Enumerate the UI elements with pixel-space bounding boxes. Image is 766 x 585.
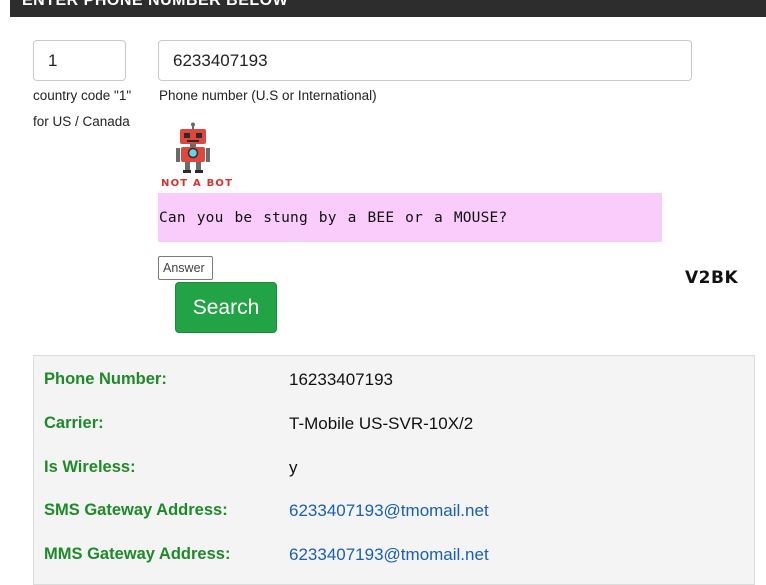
is-wireless-value: y [289, 458, 298, 477]
phone-number-help: Phone number (U.S or International) [159, 88, 377, 103]
watermark: V2BK [685, 268, 739, 288]
search-button[interactable]: Search [175, 282, 277, 333]
phone-number-value: 16233407193 [289, 370, 394, 389]
not-a-bot-badge: NOT A BOT [161, 178, 234, 189]
phone-number-input[interactable] [158, 40, 692, 81]
phone-number-label: Phone Number: [44, 370, 167, 388]
page-header: ENTER PHONE NUMBER BELOW [10, 0, 766, 17]
carrier-label: Carrier: [44, 414, 104, 432]
result-row-carrier: Carrier: T-Mobile US-SVR-10X/2 [34, 414, 754, 438]
result-row-phone-number: Phone Number: 16233407193 [34, 370, 754, 394]
header-title: ENTER PHONE NUMBER BELOW [22, 0, 289, 9]
captcha-question: Can you be stung by a BEE or a MOUSE? [158, 193, 662, 242]
captcha-answer-input[interactable] [158, 256, 213, 280]
country-code-help: country code "1" for US / Canada [33, 88, 132, 129]
sms-gateway-label: SMS Gateway Address: [44, 501, 228, 519]
mms-gateway-label: MMS Gateway Address: [44, 545, 231, 563]
results-panel: Phone Number: 16233407193 Carrier: T-Mob… [33, 355, 755, 585]
result-row-mms-gateway: MMS Gateway Address: 6233407193@tmomail.… [34, 545, 754, 569]
carrier-value: T-Mobile US-SVR-10X/2 [289, 414, 474, 433]
mms-gateway-link[interactable]: 6233407193@tmomail.net [289, 545, 489, 565]
result-row-is-wireless: Is Wireless: y [34, 458, 754, 482]
result-row-sms-gateway: SMS Gateway Address: 6233407193@tmomail.… [34, 501, 754, 525]
is-wireless-label: Is Wireless: [44, 458, 136, 476]
sms-gateway-link[interactable]: 6233407193@tmomail.net [289, 501, 489, 521]
country-code-input[interactable] [33, 40, 126, 81]
